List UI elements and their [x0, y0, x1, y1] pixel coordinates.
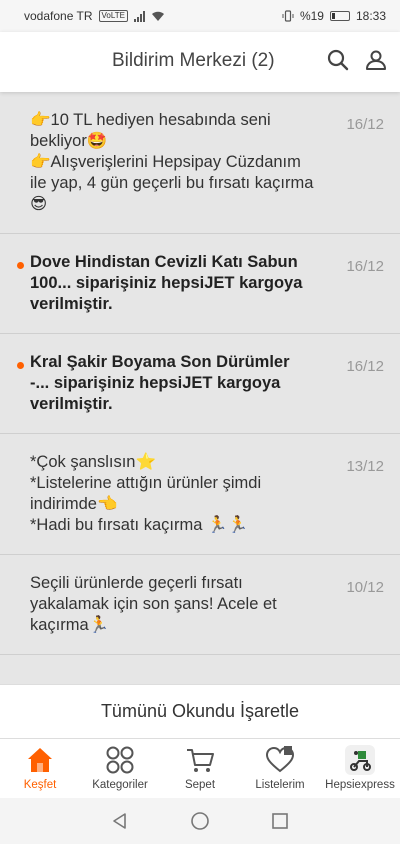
notification-text: 👉10 TL hediyen hesabında seni: [30, 111, 271, 129]
notification-item[interactable]: *Çok şanslısın⭐ *Listelerine attığın ürü…: [0, 434, 400, 555]
notification-text: 👉Alışverişlerini Hepsipay Cüzdanım: [30, 153, 301, 171]
notification-text: indirimde👈: [30, 495, 118, 513]
home-icon: [25, 745, 55, 775]
categories-icon: [105, 745, 135, 775]
notification-text: yakalamak için son şans! Acele et: [30, 595, 277, 613]
tab-kategoriler[interactable]: Kategoriler: [80, 739, 160, 798]
back-icon[interactable]: [110, 811, 130, 831]
notification-date: 10/12: [346, 579, 384, 596]
notification-text: Dove Hindistan Cevizli Katı Sabun: [30, 253, 298, 271]
notification-text: ile yap, 4 gün geçerli bu fırsatı kaçırm…: [30, 174, 314, 192]
status-bar: vodafone TR VoLTE %19 18:33: [0, 0, 400, 32]
tab-label: Hepsiexpress: [325, 779, 395, 791]
tab-sepet[interactable]: Sepet: [160, 739, 240, 798]
recents-icon[interactable]: [270, 811, 290, 831]
notification-text: verilmiştir.: [30, 295, 113, 313]
notification-text: -... siparişiniz hepsiJET kargoya: [30, 374, 281, 392]
notification-text: bekliyor🤩: [30, 132, 108, 150]
notification-text: verilmiştir.: [30, 395, 113, 413]
tab-kesfet[interactable]: Keşfet: [0, 739, 80, 798]
system-nav-bar: [0, 798, 400, 844]
notification-item[interactable]: Dove Hindistan Cevizli Katı Sabun 100...…: [0, 234, 400, 334]
bottom-tab-bar: Keşfet Kategoriler Sepet Listelerim Heps…: [0, 738, 400, 798]
notification-date: 16/12: [346, 258, 384, 275]
notification-text: Kral Şakir Boyama Son Dürümler: [30, 353, 290, 371]
battery-percent: %19: [299, 9, 324, 23]
notification-item[interactable]: Kral Şakir Boyama Son Dürümler -... sipa…: [0, 334, 400, 434]
user-icon[interactable]: [364, 48, 388, 72]
cart-icon: [185, 745, 215, 775]
notification-text: *Çok şanslısın⭐: [30, 453, 157, 471]
page-title: Bildirim Merkezi (2): [112, 50, 275, 71]
home-button-icon[interactable]: [190, 811, 210, 831]
volte-badge: VoLTE: [98, 10, 128, 22]
vibrate-icon: [282, 10, 294, 22]
clock: 18:33: [355, 9, 386, 23]
notification-date: 16/12: [346, 116, 384, 133]
heart-list-icon: [265, 745, 295, 775]
search-icon[interactable]: [326, 48, 350, 72]
notification-date: 13/12: [346, 458, 384, 475]
carrier-name: vodafone TR: [24, 9, 93, 23]
notification-list[interactable]: 👉10 TL hediyen hesabında seni bekliyor🤩 …: [0, 92, 400, 684]
notification-text: *Hadi bu fırsatı kaçırma 🏃🏃: [30, 516, 249, 534]
notification-text: *Listelerine attığın ürünler şimdi: [30, 474, 262, 492]
notification-item[interactable]: Seçili ürünlerde geçerli fırsatı yakalam…: [0, 555, 400, 655]
unread-dot: [17, 262, 24, 269]
notification-date: 16/12: [346, 358, 384, 375]
tab-label: Keşfet: [23, 779, 57, 791]
signal-icon: [133, 10, 145, 22]
scooter-icon: [345, 745, 375, 775]
tab-listelerim[interactable]: Listelerim: [240, 739, 320, 798]
tab-label: Sepet: [184, 779, 216, 791]
tab-label: Kategoriler: [92, 779, 148, 791]
header: Bildirim Merkezi (2): [0, 32, 400, 92]
notification-text: 😎: [30, 195, 48, 213]
mark-all-read-label: Tümünü Okundu İşaretle: [100, 701, 300, 721]
battery-icon: [329, 11, 350, 21]
notification-text: 100... siparişiniz hepsiJET kargoya: [30, 274, 303, 292]
notification-item[interactable]: 👉10 TL hediyen hesabında seni bekliyor🤩 …: [0, 92, 400, 234]
mark-all-read-button[interactable]: Tümünü Okundu İşaretle: [0, 684, 400, 738]
unread-dot: [17, 362, 24, 369]
tab-hepsiexpress[interactable]: Hepsiexpress: [320, 739, 400, 798]
tab-label: Listelerim: [255, 779, 305, 791]
notification-text: Seçili ürünlerde geçerli fırsatı: [30, 574, 243, 592]
notification-text: kaçırma🏃: [30, 616, 110, 634]
wifi-icon: [151, 11, 164, 21]
